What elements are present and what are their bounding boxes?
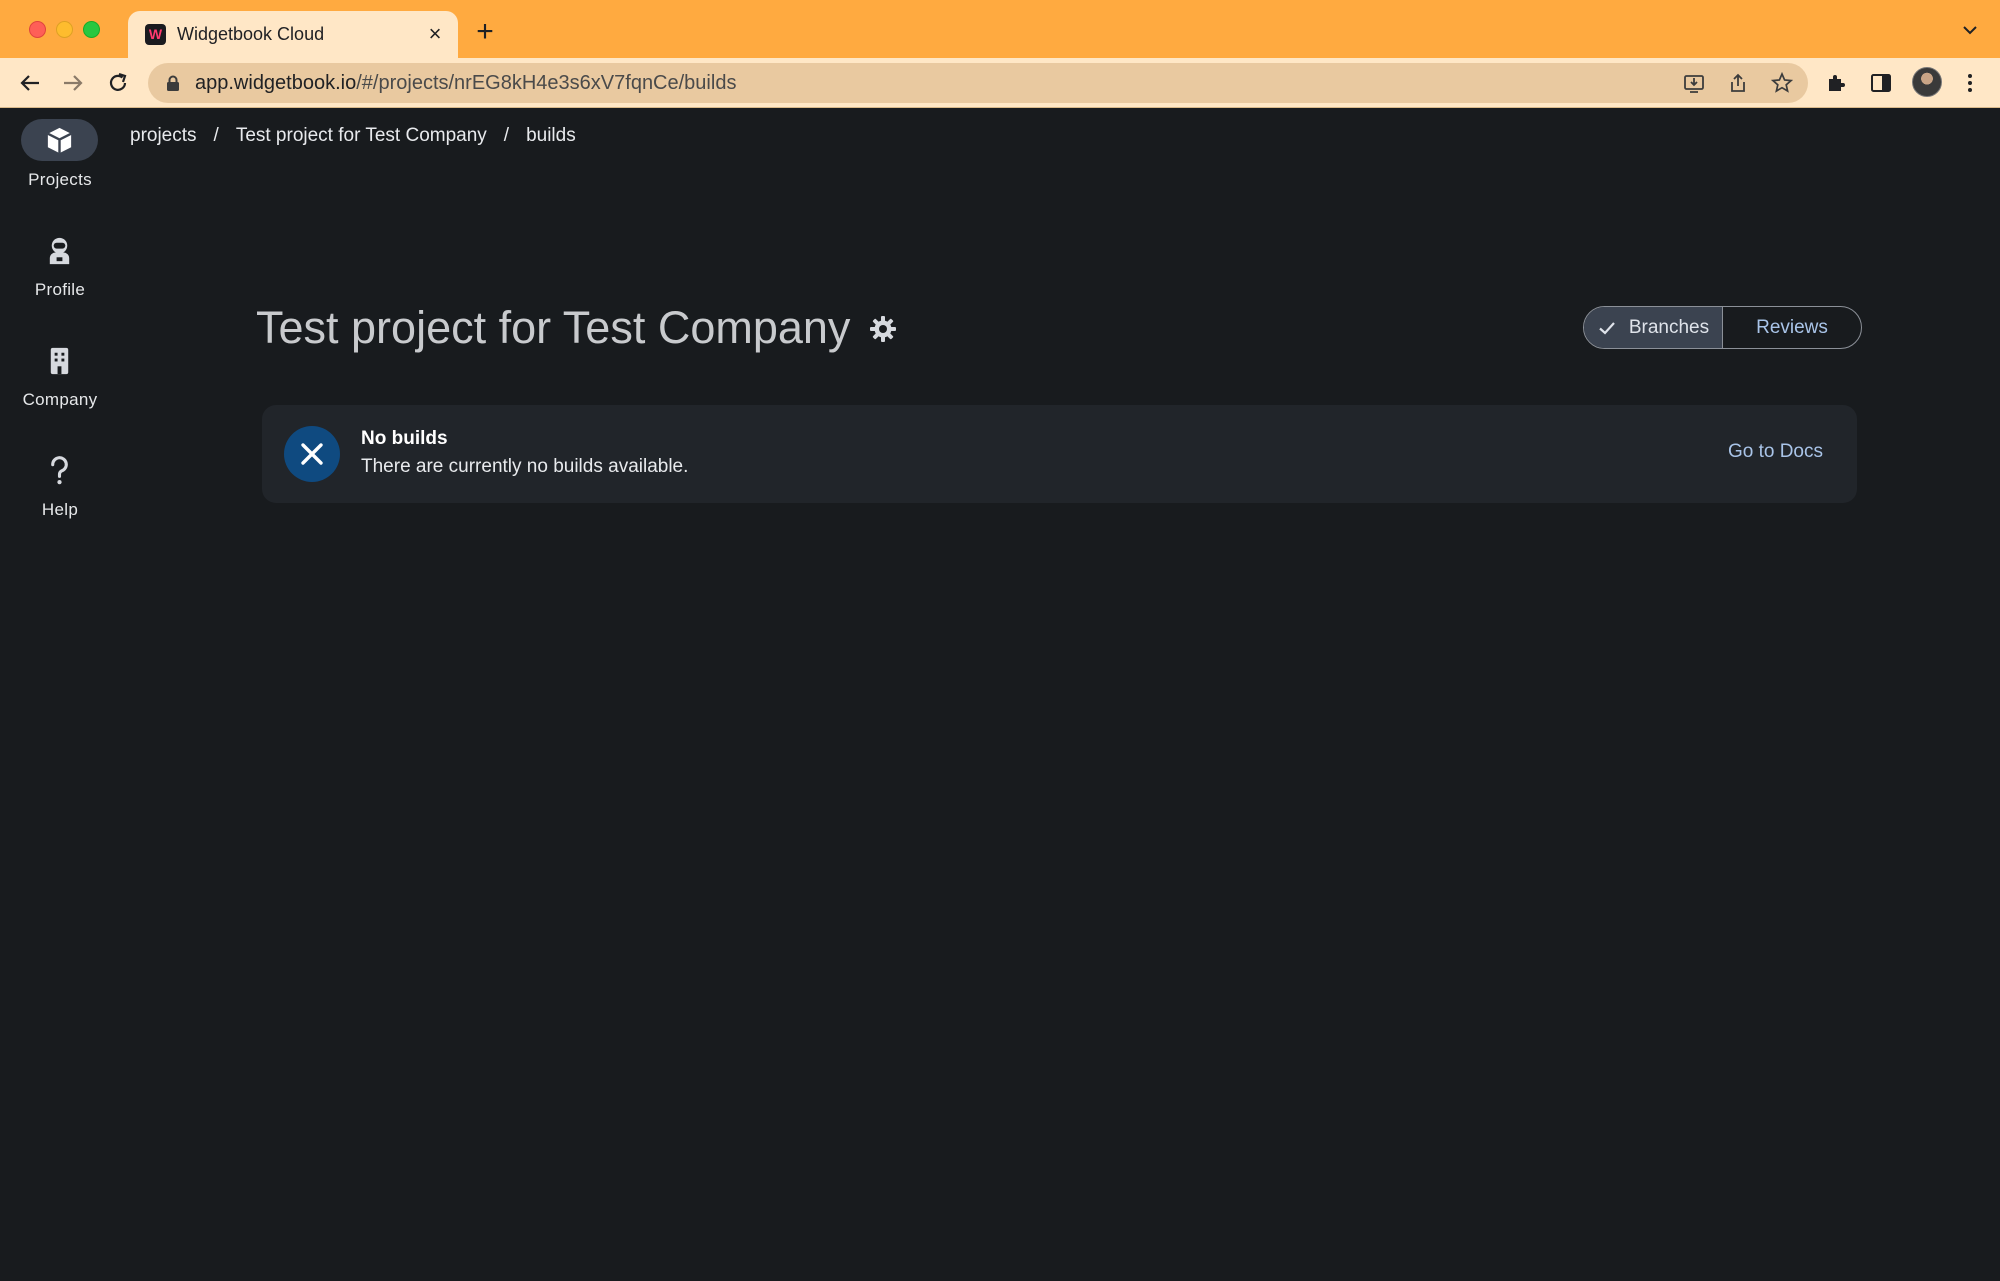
breadcrumb-separator: / [503, 125, 510, 146]
bookmark-star-icon[interactable] [1771, 72, 1793, 94]
page-title: Test project for Test Company [256, 302, 851, 353]
breadcrumb: projects / Test project for Test Company / b… [130, 125, 576, 147]
address-bar[interactable]: app.widgetbook.io/#/projects/nrEG8kH4e3s… [148, 63, 1808, 103]
nav-icon-wrap-help [21, 449, 98, 491]
profile-avatar[interactable] [1912, 67, 1942, 97]
nav-label-help: Help [41, 500, 79, 519]
nav-label-projects: Projects [28, 170, 92, 189]
window-zoom-button[interactable] [83, 21, 100, 38]
breadcrumb-project[interactable]: Test project for Test Company [236, 125, 487, 147]
nav-item-help[interactable]: Help [0, 449, 120, 535]
nav-label-company: Company [22, 390, 98, 409]
cube-icon [47, 127, 72, 154]
empty-state-icon-circle [284, 426, 340, 482]
browser-toolbar: app.widgetbook.io/#/projects/nrEG8kH4e3s… [0, 58, 2000, 108]
question-icon [51, 456, 68, 485]
nav-label-profile: Profile [34, 280, 86, 299]
share-icon[interactable] [1727, 72, 1749, 94]
nav-icon-wrap-profile [21, 229, 98, 271]
empty-state-title: No builds [361, 428, 448, 449]
more-options-icon[interactable] [1958, 71, 1982, 95]
go-to-docs-link[interactable]: Go to Docs [1728, 441, 1823, 463]
extensions-puzzle-icon[interactable] [1825, 71, 1849, 95]
back-arrow-icon[interactable] [15, 68, 45, 98]
nav-item-profile[interactable]: Profile [0, 229, 120, 315]
reviews-label: Reviews [1756, 316, 1828, 338]
nav-item-company[interactable]: Company [0, 339, 120, 425]
install-app-icon[interactable] [1683, 72, 1705, 94]
check-icon [1599, 321, 1615, 335]
lock-icon [167, 75, 179, 91]
widgetbook-favicon-icon: W [145, 24, 166, 45]
nav-active-indicator [21, 119, 98, 161]
astronaut-icon [49, 237, 70, 265]
url-path: /#/projects/nrEG8kH4e3s6xV7fqnCe/builds [356, 72, 737, 94]
window-minimize-button[interactable] [56, 21, 73, 38]
app-root: Projects Profile Company Help projects /… [0, 109, 2000, 1281]
breadcrumb-separator: / [213, 125, 219, 146]
reviews-toggle-button[interactable]: Reviews [1723, 307, 1861, 348]
building-icon [50, 347, 69, 375]
breadcrumb-projects[interactable]: projects [130, 125, 197, 147]
branches-label: Branches [1628, 316, 1710, 338]
gear-icon[interactable] [868, 314, 898, 344]
forward-arrow-icon[interactable] [58, 68, 88, 98]
window-close-button[interactable] [29, 21, 46, 38]
close-icon [301, 443, 323, 465]
browser-tab-bar: W Widgetbook Cloud × + [0, 0, 2000, 58]
tab-title: Widgetbook Cloud [177, 24, 325, 44]
tab-search-chevron-icon[interactable] [1960, 20, 1980, 40]
branches-toggle-button[interactable]: Branches [1584, 307, 1723, 348]
browser-tab[interactable]: W Widgetbook Cloud × [128, 11, 458, 58]
new-tab-button[interactable]: + [470, 17, 500, 47]
breadcrumb-builds[interactable]: builds [526, 125, 576, 147]
tab-close-icon[interactable]: × [424, 23, 446, 45]
nav-icon-wrap-company [21, 339, 98, 381]
empty-state-card: No builds There are currently no builds … [262, 405, 1857, 503]
empty-state-message: There are currently no builds available. [361, 456, 689, 477]
side-panel-icon[interactable] [1869, 71, 1893, 95]
url-host: app.widgetbook.io [195, 72, 357, 94]
url-text: app.widgetbook.io/#/projects/nrEG8kH4e3s… [195, 72, 736, 95]
view-toggle: Branches Reviews [1583, 306, 1862, 349]
reload-icon[interactable] [103, 68, 133, 98]
nav-item-projects[interactable]: Projects [0, 119, 120, 205]
